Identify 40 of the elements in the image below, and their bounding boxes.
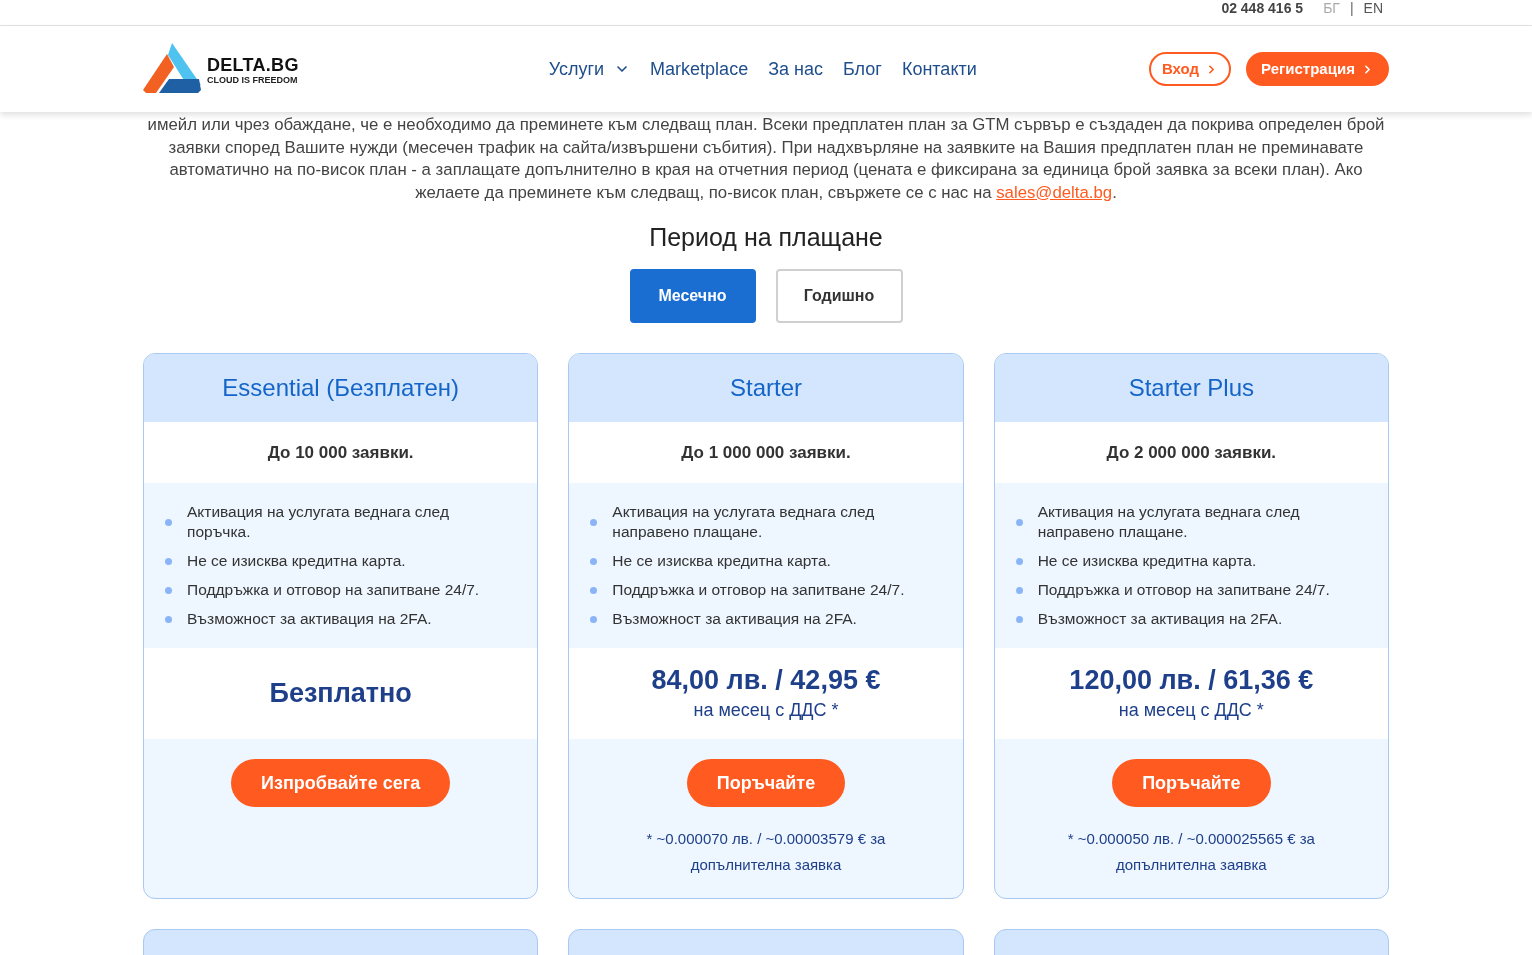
feature-text: Не се изисква кредитна карта.: [1037, 551, 1257, 571]
plan-title: Starter Plus: [1128, 373, 1254, 403]
triangle-logo-icon: [143, 43, 201, 93]
feature-text: Поддръжка и отговор на запитване 24/7.: [187, 580, 480, 600]
price-footnote: * ~0.000070 лв. / ~0.00003579 € за допълнителна заявка: [645, 829, 887, 875]
price-footnote: * ~0.000050 лв. / ~0.000025565 € за допълнителна заявка: [1066, 829, 1316, 875]
feature-text: Не се изисква кредитна карта.: [187, 551, 406, 571]
billing-toggle[interactable]: Годишно: [775, 269, 903, 323]
billing-toggle[interactable]: Месечно: [629, 269, 756, 323]
request-limit: До 2 000 000 заявки.: [1106, 441, 1277, 464]
price-period: на месец с ДДС *: [693, 698, 839, 722]
nav-link[interactable]: Контакти: [901, 55, 977, 83]
brand-tagline: CLOUD IS FREEDOM: [207, 75, 299, 85]
feature-text: Поддръжка и отговор на запитване 24/7.: [612, 580, 905, 600]
request-limit: До 10 000 заявки.: [267, 441, 414, 464]
phone-number[interactable]: 02 448 416 5: [1221, 0, 1304, 16]
language-link[interactable]: EN: [1363, 0, 1383, 16]
nav-link[interactable]: Marketplace: [650, 55, 749, 83]
feature-text: Възможност за активация на 2FA.: [187, 609, 432, 629]
plan-price: 84,00 лв. / 42,95 €: [651, 663, 881, 696]
plan-price: Безплатно: [269, 677, 412, 711]
plan-title: Essential (Безплатен): [222, 373, 460, 403]
intro-paragraph: имейл или чрез обаждане, че е необходимо да преминете към следващ план. Всеки предплатен план за GTM сървър е създаден да покрива определен брой заявки според Вашите нужди (месечен трафик на сайта/извършени събития). При надхвърляне на заявките на Вашия предплатен план не преминавате автоматично на по-висок план - а заплащате допълнително в края на отчетния период (цената е фиксирана за единица брой заявка за всеки план). Ако желаете да преминете към следващ, по-висок план, свържете се с нас на sales@delta.bg.: [146, 114, 1386, 204]
feature-text: Поддръжка и отговор на запитване 24/7.: [1037, 580, 1330, 600]
feature-text: Активация на услугата веднага след направено плащане.: [1037, 502, 1301, 542]
feature-text: Възможност за активация на 2FA.: [1037, 609, 1283, 629]
nav-link[interactable]: Блог: [843, 55, 882, 83]
section-heading: Период на плащане: [648, 222, 884, 252]
request-limit: До 1 000 000 заявки.: [681, 441, 851, 464]
feature-text: Активация на услугата веднага след направено плащане.: [612, 502, 876, 542]
plan-title: Starter: [729, 373, 802, 403]
brand-name: DELTA.BG: [207, 55, 299, 74]
nav-dropdown[interactable]: Услуги: [548, 55, 631, 83]
nav-link[interactable]: За нас: [768, 55, 823, 83]
plan-price: 120,00 лв. / 61,36 €: [1069, 663, 1314, 696]
feature-text: Активация на услугата веднага след поръчка.: [187, 502, 450, 542]
language-separator: |: [1349, 0, 1354, 16]
price-period: на месец с ДДС *: [1118, 698, 1264, 722]
feature-text: Възможност за активация на 2FA.: [612, 609, 857, 629]
feature-text: Не се изисква кредитна карта.: [612, 551, 831, 571]
